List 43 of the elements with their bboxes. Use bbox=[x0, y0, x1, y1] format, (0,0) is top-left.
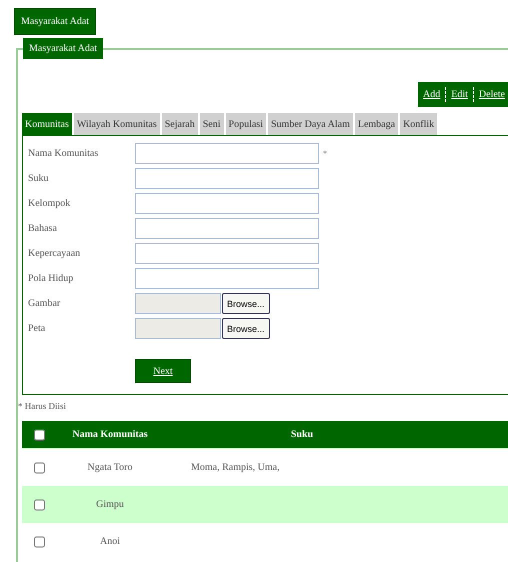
field-label: Suku bbox=[28, 173, 50, 184]
tab[interactable]: Populasi bbox=[226, 113, 266, 135]
tab[interactable]: Sejarah bbox=[162, 113, 198, 135]
fieldset-legend: Masyarakat Adat bbox=[23, 38, 104, 59]
required-mark: * bbox=[323, 149, 327, 158]
input-field[interactable] bbox=[135, 218, 319, 239]
field-label: Nama Komunitas bbox=[28, 148, 100, 159]
tab[interactable]: Konflik bbox=[400, 113, 438, 135]
input-field[interactable] bbox=[135, 243, 319, 264]
row-checkbox[interactable] bbox=[34, 498, 45, 510]
tab[interactable]: Komunitas bbox=[22, 113, 72, 135]
field-label: Peta bbox=[28, 323, 46, 334]
next-button[interactable]: Next bbox=[135, 359, 191, 383]
input-field[interactable] bbox=[135, 193, 319, 214]
select-all-checkbox[interactable] bbox=[34, 428, 45, 440]
row-checkbox[interactable] bbox=[34, 462, 45, 474]
row-checkbox[interactable] bbox=[34, 536, 45, 548]
action-link[interactable]: Edit bbox=[445, 87, 473, 102]
action-link[interactable]: Delete bbox=[472, 87, 508, 102]
input-field[interactable] bbox=[135, 168, 319, 189]
field-label: Kelompok bbox=[28, 198, 72, 209]
browse-button[interactable]: Browse... bbox=[222, 293, 270, 314]
browse-button[interactable]: Browse... bbox=[222, 318, 270, 339]
column-header: Suku bbox=[290, 429, 314, 440]
table-cell-text: Ngata Toro bbox=[86, 462, 134, 473]
table-cell: Moma, Rampis, Uma, bbox=[191, 462, 280, 473]
field-label: Bahasa bbox=[28, 223, 58, 234]
table-cell-text: Anoi bbox=[99, 536, 121, 547]
tab[interactable]: Seni bbox=[200, 113, 224, 135]
header-button[interactable]: Masyarakat Adat bbox=[14, 8, 96, 35]
column-header: Nama Komunitas bbox=[71, 429, 149, 440]
table-row[interactable]: Gimpu bbox=[22, 486, 508, 523]
tab[interactable]: Sumber Daya Alam bbox=[268, 113, 353, 135]
table-cell-text: Gimpu bbox=[95, 499, 125, 510]
tab[interactable]: Lembaga bbox=[354, 113, 398, 135]
input-field[interactable] bbox=[135, 268, 319, 289]
action-link[interactable]: Add bbox=[418, 87, 446, 102]
input-field[interactable] bbox=[135, 143, 319, 164]
field-label: Kepercayaan bbox=[28, 248, 82, 259]
tab[interactable]: Wilayah Komunitas bbox=[74, 113, 160, 135]
required-note: * Harus Diisi bbox=[18, 401, 67, 411]
field-label: Pola Hidup bbox=[28, 273, 74, 284]
field-label: Gambar bbox=[28, 298, 62, 309]
